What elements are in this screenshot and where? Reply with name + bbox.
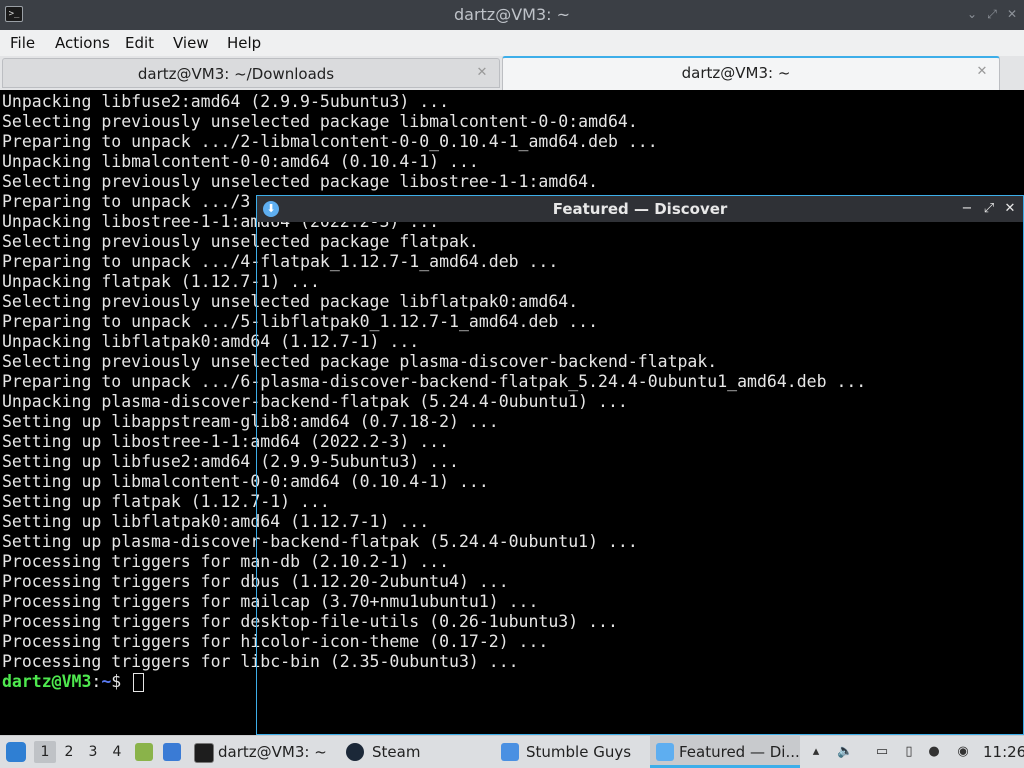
discover-titlebar[interactable]: ⬇ Featured — Discover − ⤢ ✕ [257,196,1023,222]
folder-icon [501,743,519,761]
task-steam[interactable]: Steam [340,736,480,768]
tab-home[interactable]: dartz@VM3: ~ ✕ [502,56,1000,90]
steam-icon [346,743,364,761]
prompt-symbol: $ [111,672,122,691]
desktop-2[interactable]: 2 [58,741,80,763]
taskbar: 1 2 3 4 dartz@VM3: ~ Steam Stumble Guys … [0,735,1024,768]
tray-arrow-icon[interactable]: ▴ [808,744,824,760]
show-desktop-icon[interactable] [163,743,181,761]
task-label: dartz@VM3: ~ [218,743,327,761]
steam-tray-icon[interactable]: ◉ [955,744,971,760]
discover-icon [656,743,674,761]
app-launcher-icon[interactable] [6,742,26,762]
file-manager-icon[interactable] [135,743,153,761]
terminal-line: Preparing to unpack .../3 [2,192,251,211]
tab-label: dartz@VM3: ~ [681,64,791,82]
task-stumble-guys[interactable]: Stumble Guys [495,736,645,768]
text-cursor [133,673,145,692]
window-title: dartz@VM3: ~ [453,5,571,24]
terminal-line: Preparing to unpack .../2-libmalcontent-… [2,132,658,151]
task-label: Stumble Guys [526,743,632,761]
menu-help[interactable]: Help [227,30,261,56]
desktop-1[interactable]: 1 [34,741,56,763]
maximize-icon[interactable]: ⤢ [981,201,997,217]
minimize-icon[interactable]: ⌄ [964,6,980,22]
tab-label: dartz@VM3: ~/Downloads [137,65,335,83]
close-icon[interactable]: ✕ [1002,201,1018,217]
task-terminal[interactable]: dartz@VM3: ~ [188,736,328,768]
clock[interactable]: 11:26 [983,736,1024,768]
discover-content[interactable] [257,222,1023,734]
window-titlebar[interactable]: >_ dartz@VM3: ~ ⌄ ⤢ ✕ [0,0,1024,30]
prompt-separator: : [91,672,102,691]
close-icon[interactable]: ✕ [1004,6,1020,22]
menu-file[interactable]: File [10,30,35,56]
menu-actions[interactable]: Actions [55,30,110,56]
prompt-path: ~ [101,672,112,691]
task-label: Featured — Di... [679,743,800,761]
tab-bar: dartz@VM3: ~/Downloads ✕ dartz@VM3: ~ ✕ [0,56,1024,90]
volume-icon[interactable]: 🔈 [837,744,853,760]
menubar: File Actions Edit View Help [0,30,1024,56]
updates-icon[interactable]: ● [926,744,942,760]
prompt-user: dartz@VM3 [2,672,92,691]
task-discover[interactable]: Featured — Di... [650,736,800,768]
minimize-icon[interactable]: − [959,201,975,217]
terminal-icon [194,743,214,763]
terminal-prompt[interactable]: dartz@VM3:~$ [2,672,145,692]
menu-edit[interactable]: Edit [125,30,154,56]
terminal-line: Unpacking libfuse2:amd64 (2.9.9-5ubuntu3… [2,92,450,111]
terminal-line: Selecting previously unselected package … [2,112,638,131]
maximize-icon[interactable]: ⤢ [984,6,1000,22]
tab-close-icon[interactable]: ✕ [475,66,489,80]
tab-close-icon[interactable]: ✕ [975,65,989,79]
menu-view[interactable]: View [173,30,209,56]
terminal-line: Unpacking libmalcontent-0-0:amd64 (0.10.… [2,152,479,171]
discover-window[interactable]: ⬇ Featured — Discover − ⤢ ✕ [256,195,1024,735]
tab-downloads[interactable]: dartz@VM3: ~/Downloads ✕ [2,58,500,88]
terminal-line: Selecting previously unselected package … [2,172,599,191]
network-icon[interactable]: ▭ [874,744,890,760]
discover-title: Featured — Discover [552,200,728,218]
desktop-4[interactable]: 4 [106,741,128,763]
task-label: Steam [372,743,421,761]
clipboard-icon[interactable]: ▯ [901,744,917,760]
desktop-3[interactable]: 3 [82,741,104,763]
